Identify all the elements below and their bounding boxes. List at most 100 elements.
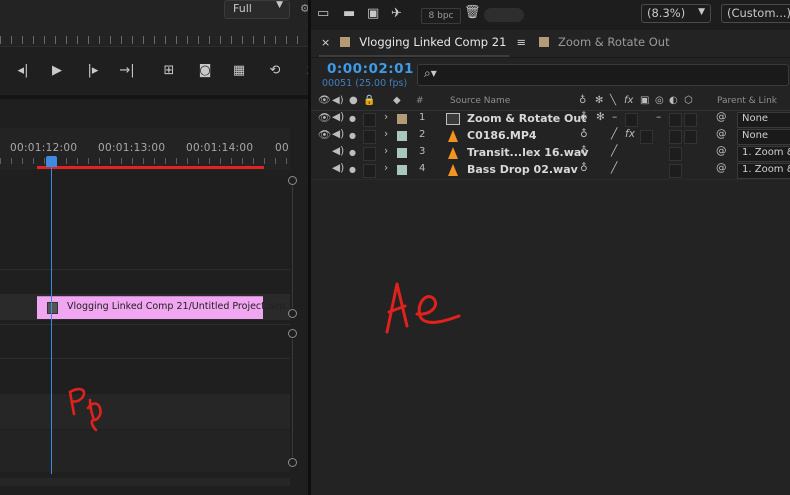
effects-icon[interactable]: fx <box>624 95 633 106</box>
trim-icon[interactable]: ⟲ <box>264 60 286 82</box>
lock-box[interactable] <box>363 164 376 178</box>
pickwhip-icon[interactable]: @ <box>716 162 727 174</box>
lock-box[interactable] <box>363 147 376 161</box>
layer-row[interactable]: ◀) ● › 3 Transit...lex 16.wav ♁ ╱ @ 1. Z… <box>311 145 790 163</box>
go-to-out-icon[interactable]: →| <box>116 60 138 82</box>
scroll-handle-icon[interactable] <box>288 458 297 467</box>
adjustment-layer-icon[interactable]: ◐ <box>669 95 678 106</box>
expand-chevron-icon[interactable]: › <box>384 111 388 123</box>
eye-icon[interactable]: 👁 <box>318 128 331 141</box>
frame-blend-icon[interactable]: ▣ <box>640 95 649 106</box>
layer-label-color[interactable] <box>397 114 407 124</box>
layer-name[interactable]: Zoom & Rotate Out <box>467 112 587 125</box>
lock-icon[interactable]: 🔒 <box>363 95 375 106</box>
solo-icon[interactable]: ● <box>349 95 358 106</box>
solo-dot-icon[interactable]: ● <box>349 165 356 174</box>
solo-dot-icon[interactable]: ● <box>349 131 356 140</box>
camera-icon[interactable]: ◙ <box>194 60 216 82</box>
3d-switch[interactable] <box>684 130 697 144</box>
adjustment-switch[interactable] <box>669 147 682 161</box>
layer-name[interactable]: Transit...lex 16.wav <box>467 146 588 159</box>
collapse-icon[interactable]: ✻ <box>595 95 603 106</box>
layer-row[interactable]: ◀) ● › 4 Bass Drop 02.wav ♁ ╱ @ 1. Zoom … <box>311 162 790 180</box>
speaker-icon[interactable]: ◀) <box>332 128 344 140</box>
layer-search-input[interactable]: ⌕▾ <box>417 64 789 86</box>
program-monitor-ruler[interactable] <box>0 20 308 47</box>
shy-switch-icon[interactable]: ♁ <box>580 111 588 123</box>
speaker-icon[interactable]: ◀) <box>332 111 344 123</box>
step-back-icon[interactable]: ◂| <box>12 60 34 82</box>
3d-switch[interactable] <box>684 113 697 127</box>
tab-zoom-rotate-out[interactable]: Zoom & Rotate Out <box>539 35 670 53</box>
pickwhip-icon[interactable]: @ <box>716 145 727 157</box>
step-forward-icon[interactable]: |▸ <box>82 60 104 82</box>
adjustment-switch[interactable] <box>669 164 682 178</box>
region-icon[interactable]: ▭ <box>317 6 329 21</box>
trash-icon[interactable]: 🗑 <box>464 5 481 20</box>
adjustment-switch[interactable] <box>669 130 682 144</box>
collapse-switch-icon[interactable]: ✻ <box>596 111 605 123</box>
layer-row[interactable]: 👁 ◀) ● › 2 C0186.MP4 ♁ ╱ fx @ None <box>311 128 790 146</box>
lock-box[interactable] <box>363 113 376 127</box>
quality-slash-icon[interactable]: ╱ <box>611 145 617 157</box>
tab-vlogging-linked-comp[interactable]: × Vlogging Linked Comp 21 ≡ <box>321 35 526 53</box>
parent-dropdown[interactable]: None <box>737 112 790 128</box>
wrench-icon[interactable]: ⚙ <box>300 2 308 15</box>
pickwhip-icon[interactable]: @ <box>716 111 727 123</box>
shy-switch-icon[interactable]: ♁ <box>580 145 588 157</box>
expand-chevron-icon[interactable]: › <box>384 128 388 140</box>
fx-icon[interactable]: f <box>298 60 308 82</box>
lift-icon[interactable]: ⊞ <box>158 60 180 82</box>
adjustment-switch[interactable] <box>669 113 682 127</box>
timeline-clip[interactable]: Vlogging Linked Comp 21/Untitled Project… <box>37 296 286 319</box>
fx-enabled-icon[interactable]: fx <box>625 128 635 140</box>
render-icon[interactable]: ✈ <box>391 6 402 21</box>
work-area-bar[interactable] <box>37 166 264 169</box>
layer-label-color[interactable] <box>397 131 407 141</box>
play-icon[interactable]: ▶ <box>46 60 68 82</box>
bit-depth-button[interactable]: 8 bpc <box>421 8 461 24</box>
solo-dot-icon[interactable]: ● <box>349 114 356 123</box>
scroll-handle-icon[interactable] <box>288 176 297 185</box>
layer-label-color[interactable] <box>397 165 407 175</box>
quality-switch-icon[interactable]: – <box>612 111 617 123</box>
fx-switch[interactable] <box>625 113 638 127</box>
timeline-ruler[interactable]: 00:01:12:00 00:01:13:00 00:01:14:00 00 <box>0 128 290 170</box>
vertical-zoom-scrollbar[interactable] <box>288 172 297 472</box>
motion-blur-switch-icon[interactable]: – <box>656 111 661 123</box>
layer-label-color[interactable] <box>397 148 407 158</box>
folder-icon[interactable]: ▬ <box>343 6 355 21</box>
layer-name[interactable]: C0186.MP4 <box>467 129 537 142</box>
shy-switch-icon[interactable]: ♁ <box>580 128 588 140</box>
solo-dot-icon[interactable]: ● <box>349 148 356 157</box>
source-name-header[interactable]: Source Name <box>450 96 510 106</box>
layer-name[interactable]: Bass Drop 02.wav <box>467 163 578 176</box>
layer-row[interactable]: 👁 ◀) ● › 1 Zoom & Rotate Out ♁ ✻ – – @ N… <box>311 111 790 129</box>
frame-blend-switch[interactable] <box>640 130 653 144</box>
multi-cam-icon[interactable]: ▦ <box>228 60 250 82</box>
expand-chevron-icon[interactable]: › <box>384 162 388 174</box>
lock-box[interactable] <box>363 130 376 144</box>
parent-dropdown[interactable]: 1. Zoom & <box>737 146 790 162</box>
speaker-icon[interactable]: ◀) <box>332 145 344 157</box>
speaker-icon[interactable]: ◀) <box>332 162 344 174</box>
shy-switch-icon[interactable]: ♁ <box>580 162 588 174</box>
video-eye-icon[interactable]: 👁 <box>318 95 331 106</box>
3d-layer-icon[interactable]: ⬡ <box>684 95 693 106</box>
close-icon[interactable]: × <box>321 36 330 49</box>
magnification-dropdown[interactable]: (8.3%) ▼ <box>641 4 711 23</box>
horizontal-scrollbar[interactable] <box>0 478 290 486</box>
scroll-handle-icon[interactable] <box>288 329 297 338</box>
audio-icon[interactable]: ◀) <box>332 95 344 106</box>
quality-slash-icon[interactable]: ╱ <box>611 128 617 140</box>
motion-blur-icon[interactable]: ◎ <box>655 95 664 106</box>
label-tag-icon[interactable]: ◆ <box>393 95 401 106</box>
toggle-pill[interactable] <box>484 8 524 22</box>
pickwhip-icon[interactable]: @ <box>716 128 727 140</box>
quality-slash-icon[interactable]: ╱ <box>611 162 617 174</box>
menu-icon[interactable]: ≡ <box>516 35 526 49</box>
comp-flowchart-icon[interactable]: ▣ <box>367 6 379 21</box>
parent-dropdown[interactable]: None <box>737 129 790 145</box>
parent-dropdown[interactable]: 1. Zoom & <box>737 163 790 179</box>
current-time-display[interactable]: 0:00:02:01 <box>327 61 414 77</box>
